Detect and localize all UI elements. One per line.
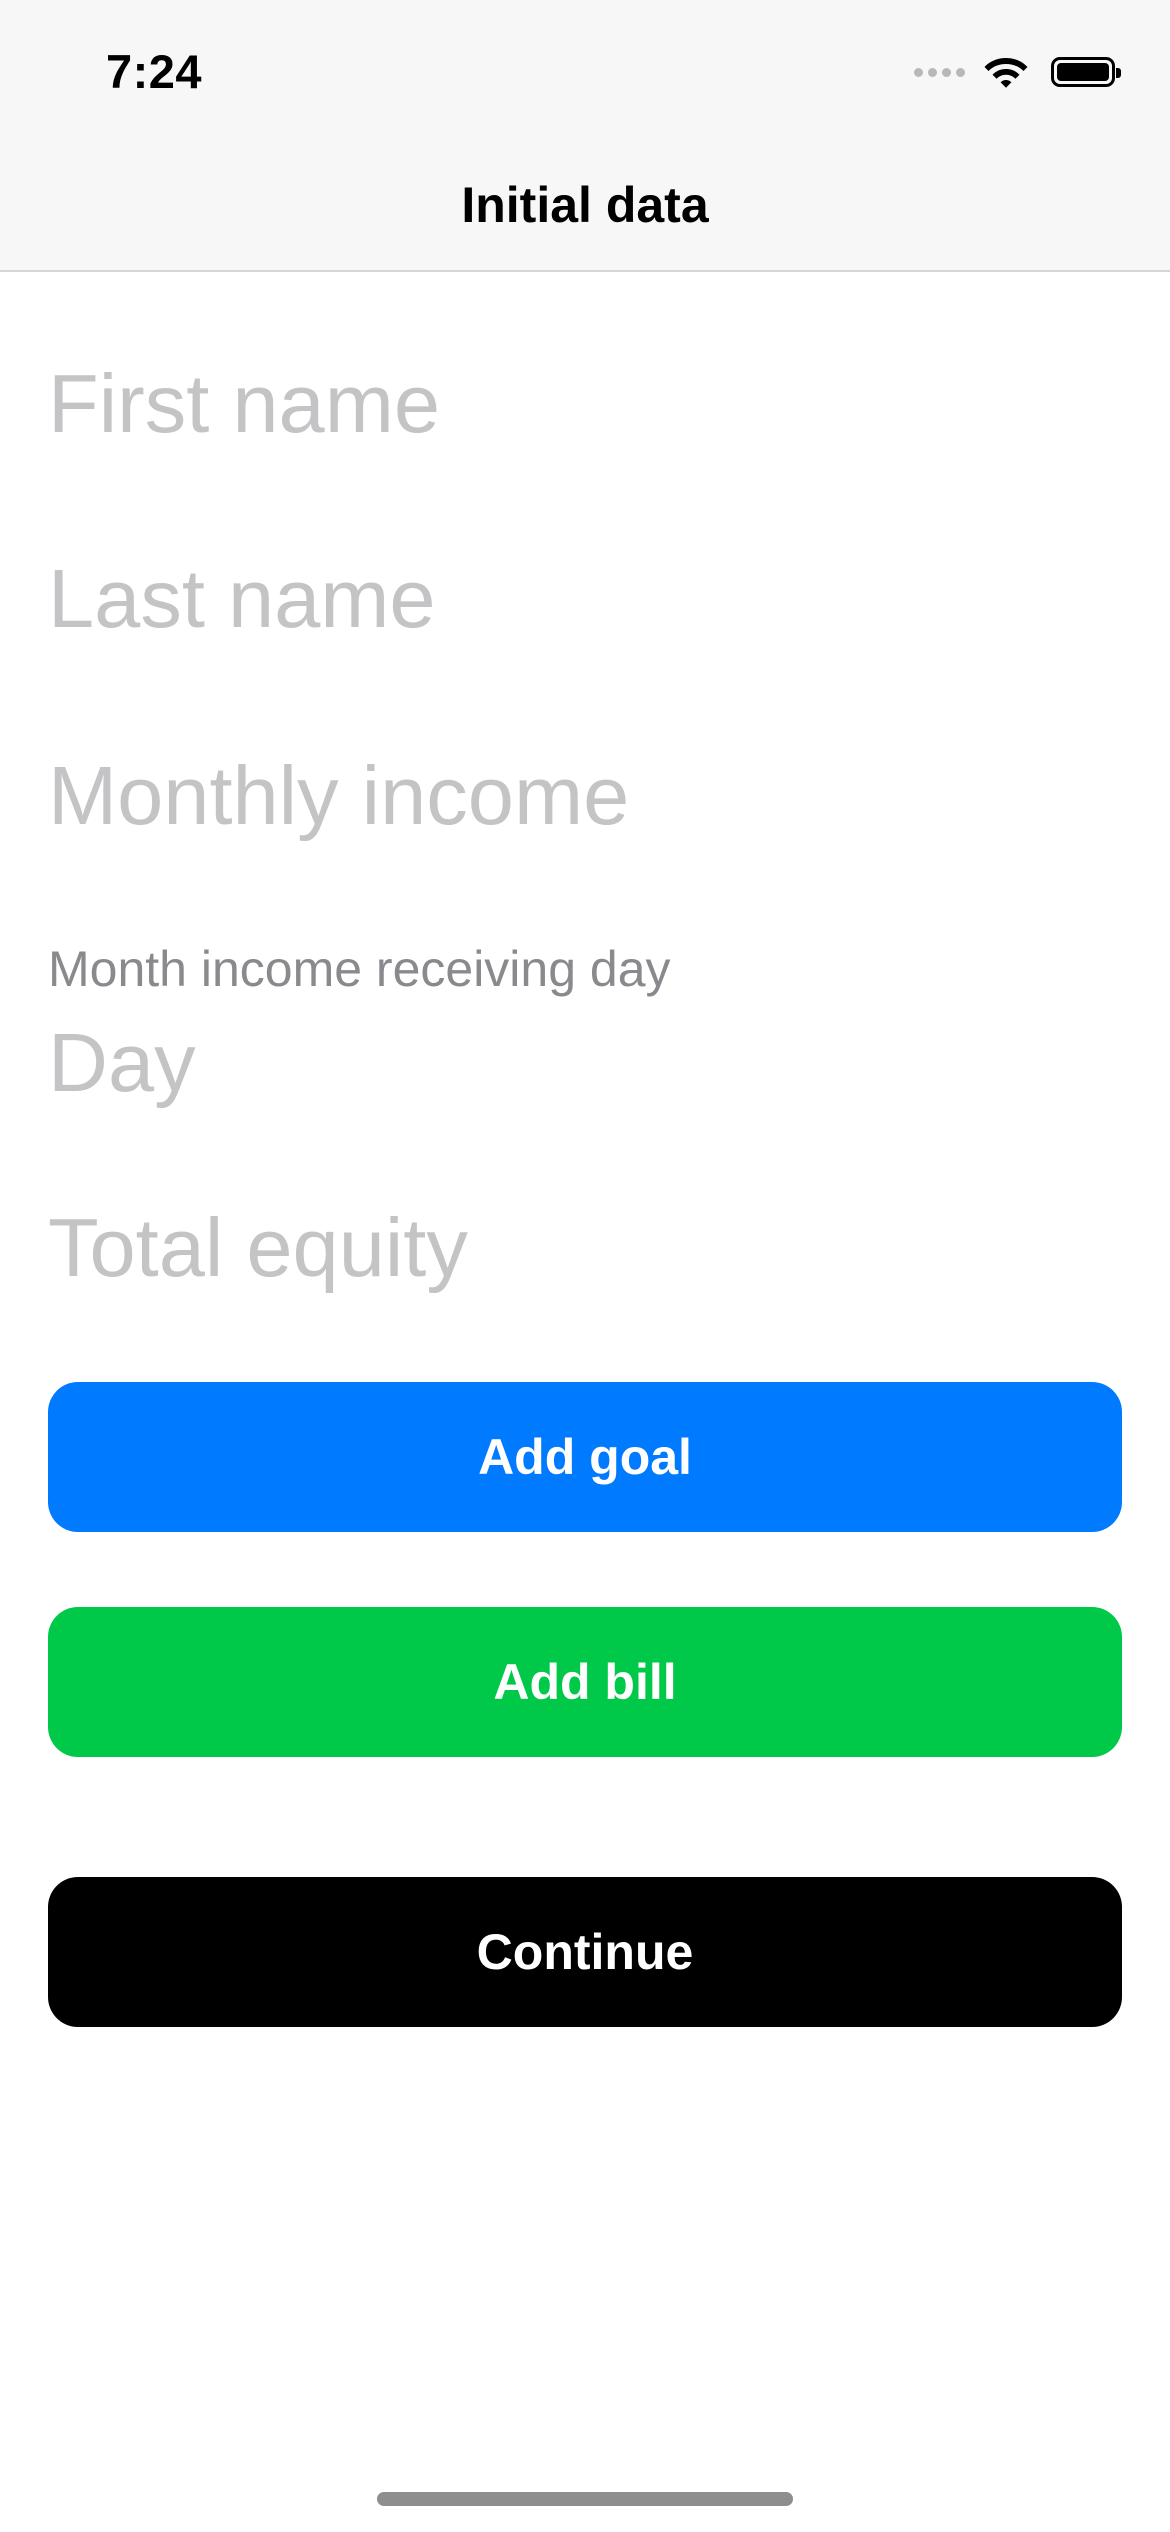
- first-name-field[interactable]: [48, 356, 1122, 452]
- battery-icon: [1051, 57, 1121, 87]
- total-equity-field[interactable]: [48, 1200, 1122, 1296]
- status-icons: [914, 52, 1121, 92]
- cellular-signal-icon: [914, 67, 965, 77]
- initial-data-screen: 7:24 Initial data Month income receiving…: [0, 0, 1170, 2532]
- wifi-icon: [984, 58, 1028, 88]
- top-bar: 7:24 Initial data: [0, 0, 1170, 272]
- home-indicator[interactable]: [377, 2492, 793, 2506]
- status-time: 7:24: [106, 45, 203, 98]
- income-day-field[interactable]: [48, 1015, 1122, 1111]
- last-name-field[interactable]: [48, 551, 1122, 647]
- page-title: Initial data: [461, 177, 709, 233]
- income-day-caption: Month income receiving day: [48, 941, 671, 997]
- add-bill-button[interactable]: Add bill: [48, 1607, 1122, 1757]
- continue-button[interactable]: Continue: [48, 1877, 1122, 2027]
- add-goal-button[interactable]: Add goal: [48, 1382, 1122, 1532]
- monthly-income-field[interactable]: [48, 748, 1122, 844]
